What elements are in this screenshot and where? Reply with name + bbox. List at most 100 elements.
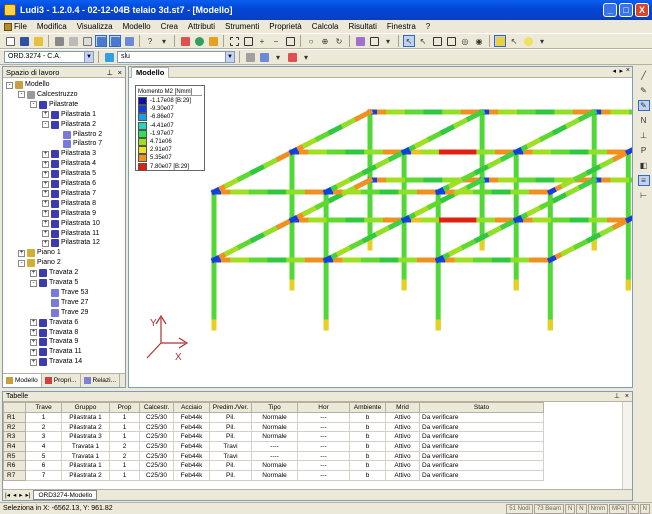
- list-tool-icon[interactable]: ≡: [637, 175, 650, 186]
- tree-node[interactable]: + Pilastrata 9: [42, 209, 96, 219]
- expand-icon[interactable]: +: [42, 190, 49, 198]
- tab-relazioni[interactable]: Relazi...: [81, 374, 121, 387]
- table-cell[interactable]: Da verificare: [419, 470, 544, 481]
- column-header[interactable]: Acciaio: [173, 402, 210, 413]
- cube-icon[interactable]: [354, 35, 366, 47]
- table-cell[interactable]: Pilastrata 2: [61, 470, 110, 481]
- table-cell[interactable]: b: [349, 412, 386, 423]
- menu-modello[interactable]: Modello: [123, 22, 151, 31]
- magnify-icon[interactable]: ○: [305, 35, 317, 47]
- zoom-in-icon[interactable]: +: [256, 35, 268, 47]
- table-row[interactable]: R5 5 Travata 1 2 C25/30 Feb44k Travi ---- --- b At…: [3, 450, 544, 462]
- magnify-plus-icon[interactable]: ⊕: [319, 35, 331, 47]
- table-cell[interactable]: Normale: [251, 431, 298, 443]
- table-vertical-scrollbar[interactable]: [622, 402, 632, 489]
- dropdown-icon[interactable]: ▾: [272, 51, 284, 63]
- expand-icon[interactable]: +: [42, 150, 49, 158]
- axis-tool-icon[interactable]: ⊥: [638, 130, 650, 141]
- column-header[interactable]: Trave: [25, 402, 62, 413]
- menu-help[interactable]: ?: [426, 22, 430, 31]
- table-cell[interactable]: Da verificare: [419, 431, 544, 443]
- table-cell[interactable]: Da verificare: [419, 460, 544, 472]
- maximize-button[interactable]: □: [619, 3, 633, 17]
- table-cell[interactable]: Da verificare: [419, 412, 544, 423]
- tree-node[interactable]: + Pilastrata 3: [42, 149, 96, 159]
- table-cell[interactable]: C25/30: [139, 450, 174, 462]
- table-cell[interactable]: Pil.: [209, 431, 252, 443]
- collapse-icon[interactable]: -: [6, 81, 13, 89]
- result-icon[interactable]: [244, 51, 256, 63]
- menu-visualizza[interactable]: Visualizza: [77, 22, 113, 31]
- column-header[interactable]: Tipo: [251, 402, 298, 413]
- tree-node[interactable]: Trave 27: [42, 298, 88, 308]
- table-cell[interactable]: ---: [297, 450, 350, 462]
- expand-icon[interactable]: +: [30, 338, 37, 346]
- table-cell[interactable]: Pil.: [209, 470, 252, 481]
- table-cell[interactable]: Travi: [209, 441, 252, 452]
- line-tool-icon[interactable]: ╱: [638, 70, 650, 81]
- collapse-icon[interactable]: -: [42, 121, 49, 129]
- table-cell[interactable]: 1: [109, 421, 140, 433]
- context-help-icon[interactable]: ↖: [508, 35, 520, 47]
- view-mode-icon[interactable]: [95, 35, 107, 47]
- tree-node[interactable]: + Pilastrata 10: [42, 219, 100, 229]
- tree-node[interactable]: - Piano 2: [18, 258, 61, 268]
- dropdown-icon[interactable]: ▾: [382, 35, 394, 47]
- column-header[interactable]: Predim./Ver.: [209, 402, 252, 413]
- table-cell[interactable]: ----: [251, 441, 298, 452]
- draw-tool-icon[interactable]: ✎: [638, 85, 650, 96]
- table-cell[interactable]: Feb44k: [173, 412, 210, 423]
- tree-node[interactable]: + Pilastrata 8: [42, 199, 96, 209]
- table-cell[interactable]: C25/30: [139, 441, 174, 452]
- eye-icon[interactable]: ◉: [473, 35, 485, 47]
- table-cell[interactable]: Feb44k: [173, 421, 210, 433]
- view-front-icon[interactable]: [368, 35, 380, 47]
- table-cell[interactable]: C25/30: [139, 470, 174, 481]
- table-row[interactable]: R2 2 Pilastrata 2 1 C25/30 Feb44k Pil. Normale -…: [3, 421, 544, 433]
- tree-node[interactable]: + Travata 8: [30, 328, 78, 338]
- print-icon[interactable]: [53, 35, 65, 47]
- table-cell[interactable]: 6: [25, 460, 62, 472]
- expand-icon[interactable]: +: [42, 239, 49, 247]
- column-header[interactable]: Calcestr.: [139, 402, 174, 413]
- table-cell[interactable]: 1: [109, 431, 140, 443]
- tree-node[interactable]: + Pilastrata 5: [42, 169, 96, 179]
- sheet-prev-icon[interactable]: ◂: [13, 491, 16, 499]
- table-cell[interactable]: Attivo: [385, 450, 420, 462]
- edit-tool-icon[interactable]: ✎: [637, 100, 650, 111]
- table-cell[interactable]: Attivo: [385, 431, 420, 443]
- table-cell[interactable]: 7: [25, 470, 62, 481]
- table-cell[interactable]: ---: [297, 441, 350, 452]
- dropdown-icon[interactable]: ▾: [300, 51, 312, 63]
- table-cell[interactable]: Attivo: [385, 421, 420, 433]
- collapse-icon[interactable]: -: [30, 279, 37, 287]
- table-cell[interactable]: Travata 1: [61, 441, 110, 452]
- table-cell[interactable]: 2: [25, 421, 62, 433]
- table-cell[interactable]: C25/30: [139, 460, 174, 472]
- table-cell[interactable]: Normale: [251, 460, 298, 472]
- preview-icon[interactable]: [67, 35, 79, 47]
- tab-proprieta[interactable]: Propri...: [42, 374, 81, 387]
- tree-node[interactable]: - Pilastrata 2: [42, 120, 96, 130]
- dropdown-icon[interactable]: ▾: [536, 35, 548, 47]
- sheet-last-icon[interactable]: ▸|: [25, 491, 30, 499]
- pencil-icon[interactable]: [179, 35, 191, 47]
- table-cell[interactable]: C25/30: [139, 431, 174, 443]
- tree-node[interactable]: + Pilastrata 7: [42, 189, 96, 199]
- table-cell[interactable]: Feb44k: [173, 450, 210, 462]
- expand-icon[interactable]: +: [42, 170, 49, 178]
- dropdown-icon[interactable]: ▾: [158, 35, 170, 47]
- box-icon[interactable]: [431, 35, 443, 47]
- zoom-window-icon[interactable]: [242, 35, 254, 47]
- table-cell[interactable]: 1: [25, 412, 62, 423]
- view-close-icon[interactable]: ×: [626, 67, 630, 74]
- expand-icon[interactable]: +: [18, 249, 25, 257]
- tab-scroll-right-icon[interactable]: ▸: [619, 67, 623, 75]
- table-cell[interactable]: Pilastrata 1: [61, 460, 110, 472]
- new-icon[interactable]: [4, 35, 16, 47]
- menu-crea[interactable]: Crea: [161, 22, 178, 31]
- table-cell[interactable]: ---: [297, 421, 350, 433]
- table-cell[interactable]: Pilastrata 2: [61, 421, 110, 433]
- expand-icon[interactable]: +: [30, 269, 37, 277]
- table-cell[interactable]: ----: [251, 450, 298, 462]
